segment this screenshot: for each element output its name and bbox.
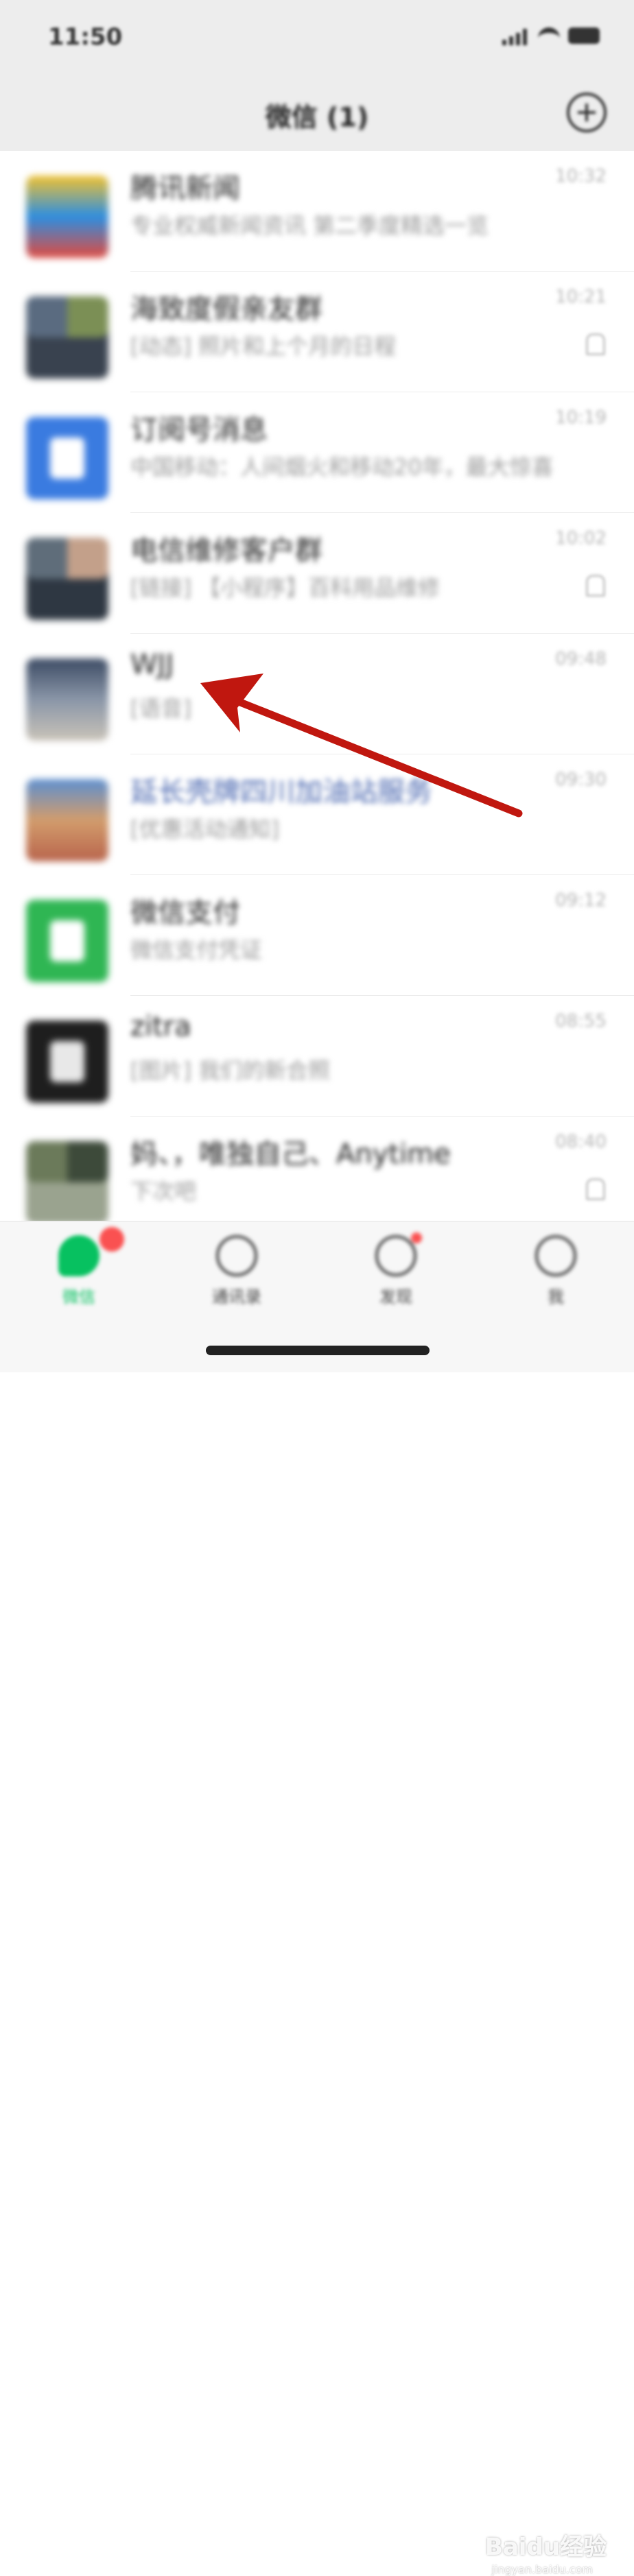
- chat-preview: [动态] 照片和上个月的日程: [130, 333, 397, 359]
- tab-label: 微信: [62, 1287, 95, 1307]
- chat-list-item[interactable]: 微信支付微信支付凭证 09:12: [0, 875, 634, 996]
- chat-list-item[interactable]: WJJ [语音] 09:48: [0, 634, 634, 754]
- avatar: [26, 1141, 108, 1224]
- chat-time: 08:40: [555, 1132, 607, 1152]
- avatar: [26, 1021, 108, 1103]
- watermark-brand: Baidu经验: [484, 2533, 607, 2561]
- chat-time: 09:48: [555, 649, 607, 669]
- chat-preview: [优惠活动通知]: [130, 816, 279, 842]
- chat-list-item[interactable]: 延长壳牌四川加油站服务 [优惠活动通知] 09:30: [0, 754, 634, 875]
- mute-bell-icon: [586, 1178, 605, 1200]
- tab-contacts[interactable]: 通讯录: [175, 1235, 298, 1324]
- home-indicator[interactable]: [206, 1346, 430, 1355]
- avatar: [26, 900, 108, 982]
- chat-name: 电信维修客户群: [130, 535, 322, 567]
- avatar: [26, 176, 108, 258]
- chat-time: 09:30: [555, 770, 607, 790]
- chat-name: 延长壳牌四川加油站服务: [130, 776, 432, 808]
- chat-time: 10:21: [555, 287, 607, 307]
- avatar: [26, 417, 108, 499]
- chat-preview: [语音]: [130, 695, 191, 721]
- chat-name: WJJ: [130, 649, 174, 680]
- battery-icon: [568, 27, 600, 44]
- chat-time: 08:55: [555, 1011, 607, 1031]
- wifi-icon: [538, 27, 560, 51]
- avatar: [26, 296, 108, 379]
- chat-list-item[interactable]: 订阅号消息中国移动：人间烟火和移动20年，最大惊喜 10:19: [0, 392, 634, 513]
- signal-icon: [502, 27, 530, 45]
- tab-label: 发现: [379, 1287, 412, 1307]
- mute-bell-icon: [586, 333, 605, 355]
- chat-name: 微信支付: [130, 897, 240, 929]
- chat-list-item[interactable]: 电信维修客户群 [链接] 【小程序】百科用品维修 10:02: [0, 513, 634, 634]
- tab-me[interactable]: 我: [494, 1235, 618, 1324]
- chat-name: 妈、，唯独自己、Anytime: [130, 1138, 451, 1170]
- status-icons: [502, 27, 600, 51]
- avatar-glyph: [50, 438, 84, 479]
- chat-name: 订阅号消息: [130, 414, 268, 446]
- add-plus-icon[interactable]: [567, 93, 607, 132]
- chat-preview: 专业权威新闻资讯 第二季度精选一览: [130, 213, 489, 239]
- unread-badge: [99, 1227, 124, 1252]
- chat-name: zitra: [130, 1011, 191, 1042]
- chat-time: 10:02: [555, 528, 607, 549]
- chat-preview: 微信支付凭证: [130, 937, 263, 963]
- contacts-icon: [216, 1235, 257, 1276]
- chat-preview: [图片] 我们的新合照: [130, 1058, 331, 1084]
- watermark-url: jingyan.baidu.com: [491, 2563, 593, 2576]
- avatar-glyph: [50, 920, 84, 962]
- avatar: [26, 538, 108, 620]
- avatar-glyph: [50, 1041, 84, 1082]
- chat-list: 腾讯新闻专业权威新闻资讯 第二季度精选一览 10:32 海致度假亲友群 [动态] 照片…: [0, 151, 634, 1237]
- status-bar: 11:50: [0, 0, 634, 75]
- tab-label: 我: [548, 1287, 564, 1307]
- chat-preview: [链接] 【小程序】百科用品维修: [130, 575, 441, 601]
- chat-preview: 中国移动：人间烟火和移动20年，最大惊喜: [130, 454, 554, 480]
- chat-time: 10:32: [555, 166, 607, 187]
- chat-time: 09:12: [555, 890, 607, 911]
- new-dot: [411, 1232, 422, 1243]
- chat-list-item[interactable]: zitra [图片] 我们的新合照 08:55: [0, 996, 634, 1117]
- chat-name: 海致度假亲友群: [130, 294, 322, 325]
- avatar: [26, 779, 108, 861]
- avatar: [26, 658, 108, 741]
- chat-list-item[interactable]: 腾讯新闻专业权威新闻资讯 第二季度精选一览 10:32: [0, 151, 634, 272]
- person-icon: [535, 1235, 576, 1276]
- compass-icon: [375, 1235, 416, 1276]
- tab-discover[interactable]: 发现: [334, 1232, 458, 1324]
- nav-bar: 微信 (1): [0, 75, 634, 152]
- chat-name: 腾讯新闻: [130, 173, 240, 204]
- page-title: 微信 (1): [265, 102, 369, 132]
- status-time: 11:50: [48, 23, 123, 51]
- tab-label: 通讯录: [212, 1287, 261, 1307]
- chat-bubble-icon: [58, 1235, 99, 1276]
- chat-preview: 下次吧: [130, 1178, 197, 1204]
- chat-list-item[interactable]: 妈、，唯独自己、Anytime 下次吧 08:40: [0, 1117, 634, 1237]
- chat-list-item[interactable]: 海致度假亲友群 [动态] 照片和上个月的日程 10:21: [0, 272, 634, 392]
- mute-bell-icon: [586, 575, 605, 597]
- chat-time: 10:19: [555, 407, 607, 428]
- tab-chats[interactable]: 微信: [17, 1227, 141, 1324]
